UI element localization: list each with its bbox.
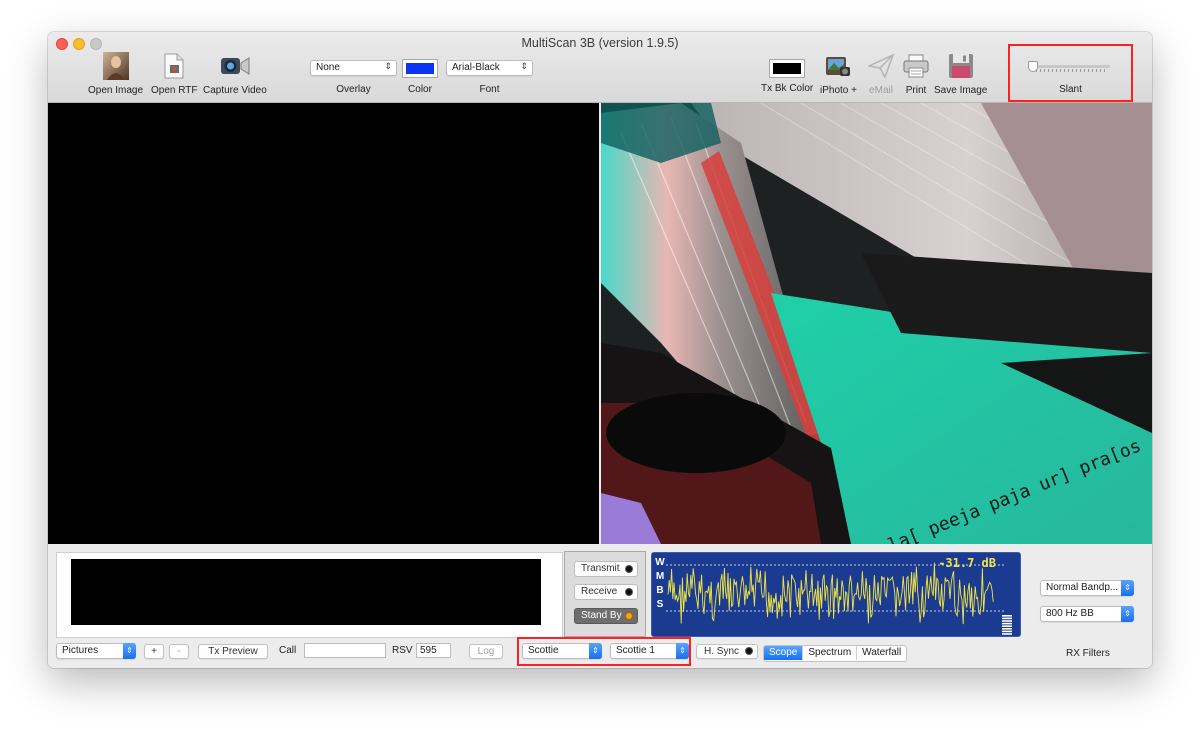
h-sync-led-icon <box>745 647 753 655</box>
scope-sync-letters: W M B S <box>655 557 665 610</box>
capture-video-button[interactable]: Capture Video <box>203 52 267 96</box>
rx-filters-label: RX Filters <box>1066 648 1110 659</box>
overlay-select[interactable]: None ⇕ <box>310 60 397 76</box>
level-meter-bar <box>1002 617 1012 620</box>
paper-plane-icon <box>866 52 896 80</box>
transmit-image-pane[interactable] <box>48 103 599 544</box>
updown-chevron-icon: ⇕ <box>520 61 528 71</box>
color-well[interactable] <box>402 59 438 78</box>
app-window: MultiScan 3B (version 1.9.5) Open Image <box>48 32 1152 668</box>
photo-icon <box>101 52 131 80</box>
spectrum-view-tab[interactable]: Spectrum <box>803 646 858 660</box>
slant-slider[interactable] <box>1028 60 1110 74</box>
level-meter-bar <box>1002 615 1012 617</box>
updown-chevron-icon: ⇕ <box>1121 606 1134 622</box>
tx-bk-color-button[interactable]: Tx Bk Color <box>761 52 813 94</box>
tx-bk-color-well[interactable] <box>769 59 805 78</box>
level-meter-bar <box>1002 622 1012 625</box>
slant-slider-track <box>1028 65 1110 68</box>
rsv-label: RSV <box>392 645 413 656</box>
color-label: Color <box>408 84 432 95</box>
level-meter-bar <box>1002 625 1012 627</box>
signal-scope: W M B S -31.7 dB <box>651 552 1021 637</box>
view-segmented-control[interactable]: Scope Spectrum Waterfall <box>763 645 908 662</box>
tx-text-panel[interactable] <box>56 552 563 638</box>
slant-slider-ticks <box>1036 69 1108 72</box>
tx-bk-swatch <box>773 63 801 74</box>
save-image-button[interactable]: Save Image <box>934 52 987 96</box>
remove-button[interactable]: - <box>169 644 189 659</box>
signal-level-readout: -31.7 dB <box>938 556 996 570</box>
level-meter-bar <box>1002 628 1012 630</box>
waterfall-view-tab[interactable]: Waterfall <box>857 646 906 660</box>
transmit-button[interactable]: Transmit <box>574 561 638 577</box>
slant-label: Slant <box>1059 84 1082 95</box>
open-image-button[interactable]: Open Image <box>88 52 143 96</box>
stand-by-led-icon <box>625 612 633 620</box>
add-button[interactable]: + <box>144 644 164 659</box>
receive-button[interactable]: Receive <box>574 584 638 600</box>
stand-by-button[interactable]: Stand By <box>574 608 638 624</box>
updown-chevron-icon: ⇕ <box>676 643 689 659</box>
floppy-disk-icon <box>946 52 976 80</box>
updown-chevron-icon: ⇕ <box>123 643 136 659</box>
scope-view-tab[interactable]: Scope <box>764 646 804 660</box>
font-select[interactable]: Arial-Black ⇕ <box>446 60 533 76</box>
level-meter-bar <box>1002 620 1012 622</box>
color-swatch <box>406 63 434 74</box>
folder-select[interactable]: Pictures ⇕ <box>56 643 136 659</box>
h-sync-button[interactable]: H. Sync <box>696 644 758 659</box>
bandpass-filter-select[interactable]: Normal Bandp... ⇕ <box>1040 580 1134 596</box>
window-title: MultiScan 3B (version 1.9.5) <box>521 36 679 50</box>
tx-preview-button[interactable]: Tx Preview <box>198 644 268 659</box>
print-button[interactable]: Print <box>901 52 931 96</box>
level-meter-bar <box>1002 633 1012 635</box>
tx-text-preview <box>71 559 541 625</box>
received-image-pane[interactable]: pla[ peeja paja ur] pra[os <box>601 103 1152 544</box>
open-rtf-button[interactable]: Open RTF <box>151 52 198 96</box>
iphoto-button[interactable]: iPhoto + <box>820 52 857 96</box>
call-input[interactable] <box>304 643 386 658</box>
level-meter-bar <box>1002 630 1012 633</box>
toolbar: MultiScan 3B (version 1.9.5) Open Image <box>48 32 1152 103</box>
printer-icon <box>901 52 931 80</box>
mode-select[interactable]: Scottie 1 ⇕ <box>610 643 689 659</box>
camera-photos-icon <box>823 52 853 80</box>
updown-chevron-icon: ⇕ <box>1121 580 1134 596</box>
slant-slider-knob[interactable] <box>1028 61 1038 72</box>
video-camera-icon <box>220 52 250 80</box>
transmit-led-icon <box>625 565 633 573</box>
received-sstv-image: pla[ peeja paja ur] pra[os <box>601 103 1152 544</box>
bb-filter-select[interactable]: 800 Hz BB ⇕ <box>1040 606 1134 622</box>
font-label: Font <box>479 84 500 95</box>
email-button[interactable]: eMail <box>866 52 896 96</box>
rsv-input[interactable]: 595 <box>416 643 451 658</box>
receive-led-icon <box>625 588 633 596</box>
mode-family-select[interactable]: Scottie ⇕ <box>522 643 602 659</box>
bottom-panel: Transmit Receive Stand By W M B S -31.7 … <box>48 544 1152 668</box>
updown-chevron-icon: ⇕ <box>589 643 602 659</box>
scope-waveform <box>667 562 994 625</box>
overlay-label: Overlay <box>336 84 371 95</box>
updown-chevron-icon: ⇕ <box>384 61 392 71</box>
call-label: Call <box>279 645 297 656</box>
tx-rx-mode-box: Transmit Receive Stand By <box>564 551 646 637</box>
log-button[interactable]: Log <box>469 644 503 659</box>
document-icon <box>159 52 189 80</box>
